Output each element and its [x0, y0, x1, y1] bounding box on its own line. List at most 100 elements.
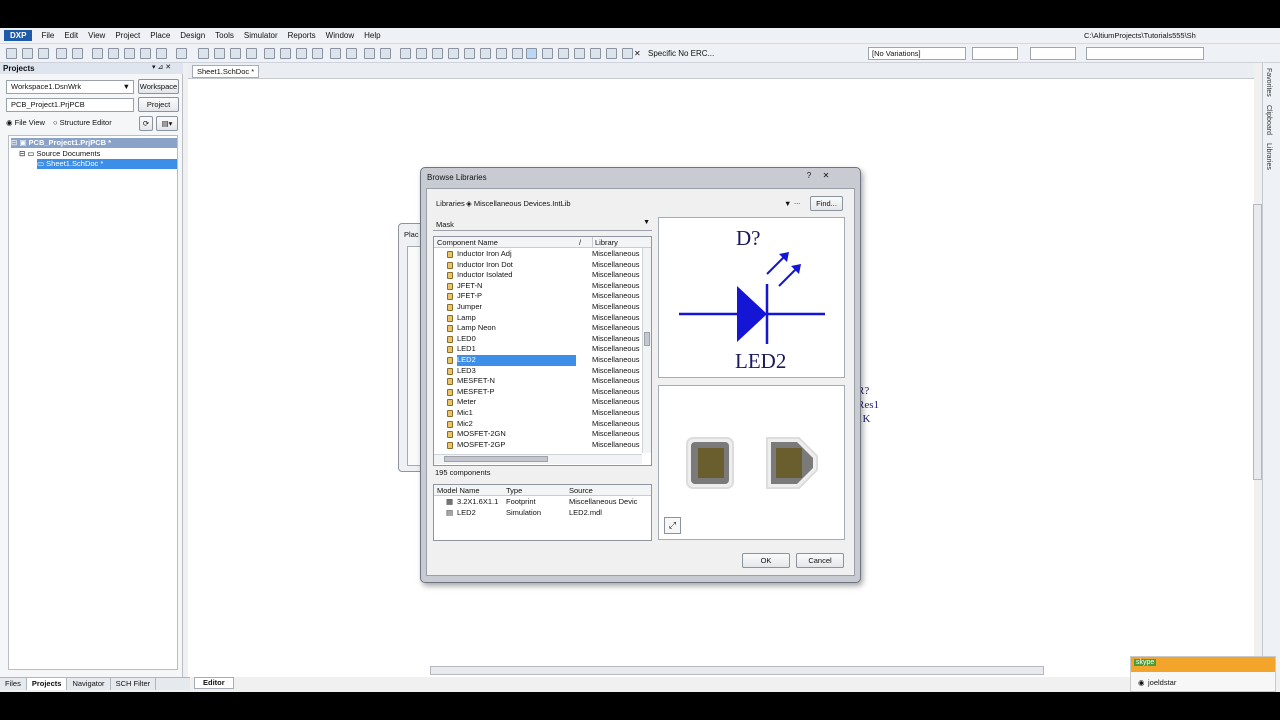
- close-icon[interactable]: ✕: [819, 171, 833, 181]
- place-part-icon[interactable]: [526, 48, 537, 59]
- component-row[interactable]: Jumper Miscellaneous D: [434, 302, 642, 313]
- bus-icon[interactable]: [416, 48, 427, 59]
- component-row[interactable]: MESFET-N Miscellaneous D: [434, 376, 642, 387]
- menu-place[interactable]: Place: [145, 31, 175, 40]
- copy-icon[interactable]: [214, 48, 225, 59]
- notification-popup[interactable]: skype ◉ joeldstar: [1130, 656, 1276, 692]
- find-button[interactable]: Find...: [810, 196, 843, 211]
- tab-libraries[interactable]: Libraries: [1265, 143, 1272, 170]
- toolbar-field-3[interactable]: [1086, 47, 1204, 60]
- move-icon[interactable]: [280, 48, 291, 59]
- gnd-port-icon[interactable]: [480, 48, 491, 59]
- component-row[interactable]: LED0 Miscellaneous D: [434, 334, 642, 345]
- undo-icon[interactable]: [330, 48, 341, 59]
- device-sheet-icon[interactable]: [574, 48, 585, 59]
- sheet-symbol-icon[interactable]: [542, 48, 553, 59]
- print-preview-icon[interactable]: [72, 48, 83, 59]
- workspace-select[interactable]: Workspace1.DsnWrk ▼: [6, 80, 134, 94]
- browse-component-icon[interactable]: [380, 48, 391, 59]
- menu-window[interactable]: Window: [321, 31, 359, 40]
- hierarchy-icon[interactable]: [364, 48, 375, 59]
- file-view-radio[interactable]: ◉ File View: [6, 118, 45, 128]
- tab-sheet1[interactable]: Sheet1.SchDoc *: [192, 65, 260, 78]
- component-row[interactable]: LED1 Miscellaneous D: [434, 344, 642, 355]
- net-label-icon[interactable]: [464, 48, 475, 59]
- col-model-name[interactable]: Model Name: [437, 485, 480, 496]
- tab-favorites[interactable]: Favorites: [1265, 68, 1272, 97]
- deselect-icon[interactable]: [312, 48, 323, 59]
- tab-navigator[interactable]: Navigator: [67, 678, 111, 690]
- cancel-button[interactable]: Cancel: [796, 553, 844, 568]
- menu-edit[interactable]: Edit: [59, 31, 83, 40]
- tab-projects[interactable]: Projects: [26, 678, 68, 690]
- structure-editor-radio[interactable]: ○ Structure Editor: [53, 118, 112, 128]
- col-component-name[interactable]: Component Name: [437, 237, 498, 248]
- browse-library-button[interactable]: ...: [794, 197, 800, 206]
- harness-connector-icon[interactable]: [590, 48, 601, 59]
- document-path[interactable]: C:\AltiumProjects\Tutorials555\Sh: [1084, 31, 1196, 40]
- list-hscroll[interactable]: [434, 454, 642, 464]
- component-row[interactable]: JFET-N Miscellaneous D: [434, 281, 642, 292]
- sheet-entry-icon[interactable]: [558, 48, 569, 59]
- open-icon[interactable]: [22, 48, 33, 59]
- model-row[interactable]: ▦ 3.2X1.6X1.1 Footprint Miscellaneous De…: [446, 497, 651, 507]
- specific-no-erc[interactable]: Specific No ERC...: [648, 49, 714, 58]
- 3d-view-icon[interactable]: ⤢: [664, 517, 681, 534]
- component-row[interactable]: Inductor Iron Adj Miscellaneous D: [434, 249, 642, 260]
- menu-reports[interactable]: Reports: [283, 31, 321, 40]
- project-field[interactable]: PCB_Project1.PrjPCB: [6, 98, 134, 112]
- zoom-area-icon[interactable]: [108, 48, 119, 59]
- save-icon[interactable]: [38, 48, 49, 59]
- panel-pin-icon[interactable]: ▾ ⊿ ✕: [152, 63, 171, 71]
- component-row[interactable]: JFET-P Miscellaneous D: [434, 291, 642, 302]
- port-icon[interactable]: [606, 48, 617, 59]
- variations-select[interactable]: [No Variations]: [868, 47, 966, 60]
- redo-icon[interactable]: [346, 48, 357, 59]
- component-row[interactable]: Inductor Isolated Miscellaneous D: [434, 270, 642, 281]
- select-icon[interactable]: [296, 48, 307, 59]
- rubber-stamp-icon[interactable]: [246, 48, 257, 59]
- mask-input[interactable]: ▼: [433, 218, 652, 231]
- off-sheet-icon[interactable]: [622, 48, 633, 59]
- tab-files[interactable]: Files: [0, 678, 27, 690]
- help-icon[interactable]: ?: [802, 171, 816, 181]
- project-button[interactable]: Project: [138, 97, 179, 112]
- ok-button[interactable]: OK: [742, 553, 790, 568]
- menu-tools[interactable]: Tools: [210, 31, 239, 40]
- component-row[interactable]: Meter Miscellaneous D: [434, 397, 642, 408]
- vcc-port-icon[interactable]: [496, 48, 507, 59]
- zoom-selected-icon[interactable]: [124, 48, 135, 59]
- tree-project[interactable]: ⊟ ▣ PCB_Project1.PrjPCB *: [11, 138, 177, 148]
- component-row[interactable]: MOSFET-2GN Miscellaneous D: [434, 429, 642, 440]
- tree-folder[interactable]: ⊟ ▭ Source Documents: [19, 149, 100, 159]
- col-type[interactable]: Type: [506, 485, 522, 496]
- menu-design[interactable]: Design: [175, 31, 210, 40]
- component-row[interactable]: Inductor Iron Dot Miscellaneous D: [434, 260, 642, 271]
- toolbar-field-1[interactable]: [972, 47, 1018, 60]
- library-select[interactable]: ◈ Miscellaneous Devices.IntLib ▼: [466, 197, 802, 210]
- options-icon[interactable]: ▤▾: [156, 116, 178, 131]
- component-row[interactable]: LED2 Miscellaneous D: [434, 355, 642, 366]
- component-row[interactable]: MESFET-P Miscellaneous D: [434, 387, 642, 398]
- select-area-icon[interactable]: [264, 48, 275, 59]
- component-row[interactable]: Mic1 Miscellaneous D: [434, 408, 642, 419]
- menu-view[interactable]: View: [83, 31, 110, 40]
- menu-help[interactable]: Help: [359, 31, 385, 40]
- menu-project[interactable]: Project: [110, 31, 145, 40]
- signal-harness-icon[interactable]: [432, 48, 443, 59]
- zoom-in-icon[interactable]: [140, 48, 151, 59]
- component-row[interactable]: Mic2 Miscellaneous D: [434, 419, 642, 430]
- part-icon[interactable]: [512, 48, 523, 59]
- tab-sch-filter[interactable]: SCH Filter: [111, 678, 157, 690]
- editor-tab[interactable]: Editor: [194, 677, 234, 689]
- vertical-scrollbar[interactable]: [1253, 204, 1262, 480]
- zoom-out-icon[interactable]: [156, 48, 167, 59]
- list-vscroll-thumb[interactable]: [644, 332, 650, 346]
- bus-entry-icon[interactable]: [448, 48, 459, 59]
- col-library[interactable]: Library: [592, 237, 618, 248]
- model-row[interactable]: ▤ LED2 Simulation LED2.mdl: [446, 508, 651, 518]
- tab-clipboard[interactable]: Clipboard: [1265, 105, 1272, 135]
- component-row[interactable]: MOSFET-2GP Miscellaneous D: [434, 440, 642, 451]
- paste-icon[interactable]: [230, 48, 241, 59]
- zoom-fit-icon[interactable]: [92, 48, 103, 59]
